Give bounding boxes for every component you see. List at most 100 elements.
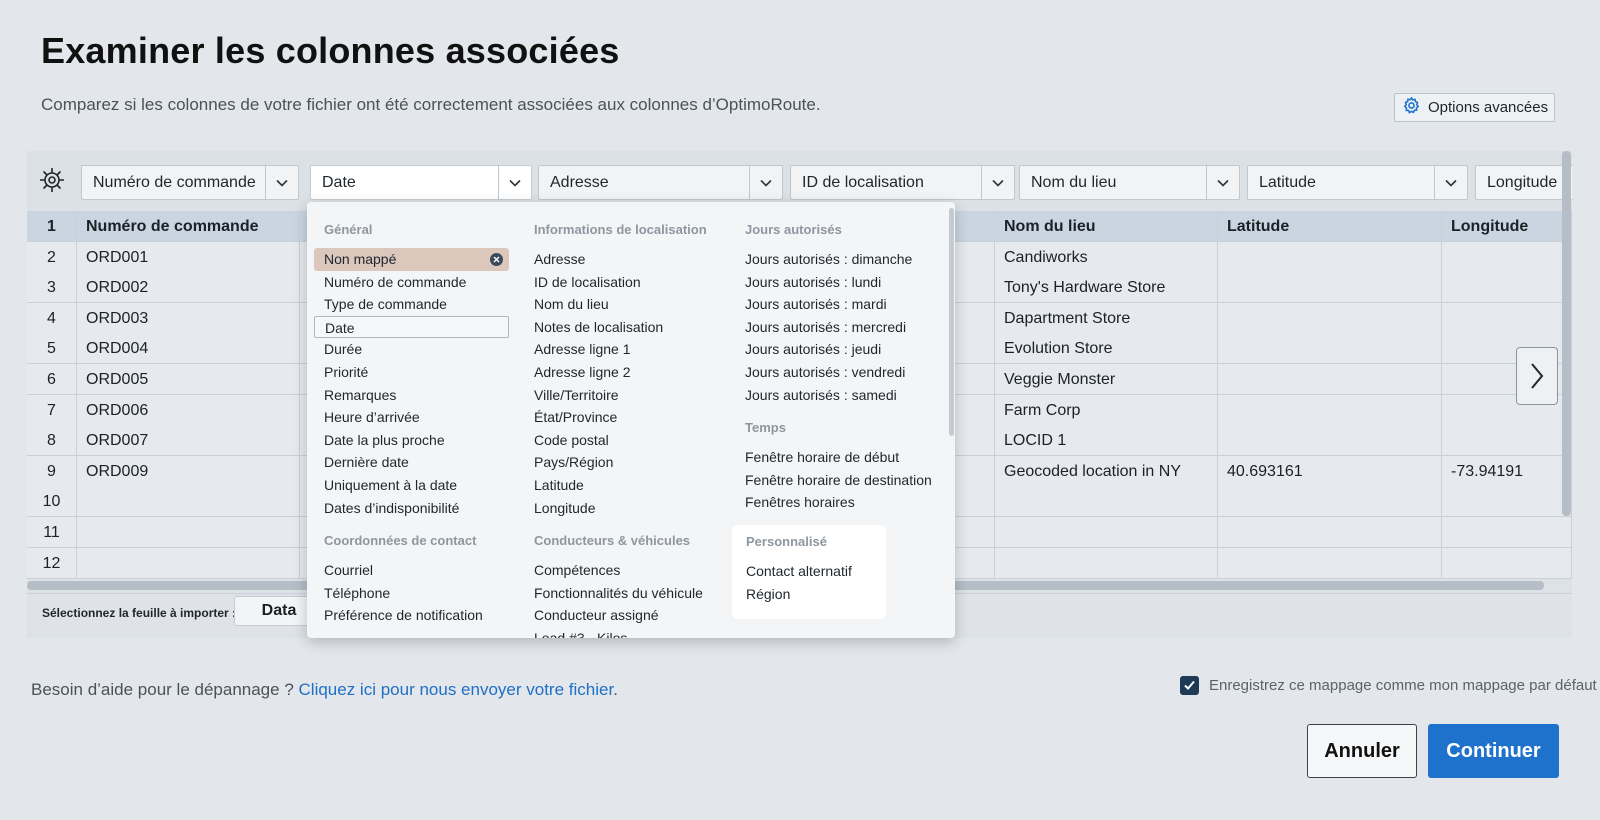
dropdown-option[interactable]: Contact alternatif	[746, 560, 886, 583]
column-select-6[interactable]: Latitude	[1247, 165, 1468, 200]
dropdown-option[interactable]: Date la plus proche	[314, 429, 509, 452]
row-number: 3	[27, 272, 77, 304]
default-mapping-label: Enregistrez ce mappage comme mon mappage…	[1209, 677, 1597, 694]
cancel-button[interactable]: Annuler	[1307, 724, 1417, 778]
dropdown-option-label: Préférence de notification	[324, 607, 483, 624]
table-cell: ORD005	[77, 364, 300, 395]
dropdown-option[interactable]: Compétences	[524, 559, 707, 582]
dropdown-scrollbar[interactable]	[949, 208, 954, 436]
select-value: Longitude	[1487, 173, 1558, 191]
dropdown-option[interactable]: Code postal	[524, 429, 707, 452]
dropdown-option[interactable]: Adresse ligne 1	[524, 338, 707, 361]
dropdown-option[interactable]: Load #3 - Kilos	[524, 627, 707, 638]
chevron-down-icon	[992, 179, 1004, 187]
custom-fields-group: Personnalisé Contact alternatif Région	[732, 525, 886, 619]
dropdown-option[interactable]: Téléphone	[314, 582, 509, 605]
send-file-link[interactable]: Cliquez ici pour nous envoyer votre fich…	[299, 680, 614, 699]
dropdown-option[interactable]: Jours autorisés : dimanche	[735, 248, 932, 271]
dropdown-option-label: Remarques	[324, 386, 397, 403]
dropdown-option[interactable]: Jours autorisés : vendredi	[735, 361, 932, 384]
default-mapping-option[interactable]: Enregistrez ce mappage comme mon mappage…	[1180, 676, 1597, 695]
dropdown-option-label: Date la plus proche	[324, 431, 445, 448]
dropdown-option-label: Fenêtre horaire de destination	[745, 471, 932, 488]
table-cell	[1442, 425, 1572, 457]
dropdown-option[interactable]: Fonctionnalités du véhicule	[524, 582, 707, 605]
scroll-right-button[interactable]	[1516, 347, 1558, 405]
column-select-2[interactable]: Date	[310, 165, 532, 200]
dropdown-option[interactable]: Nom du lieu	[524, 293, 707, 316]
dropdown-option[interactable]: Jours autorisés : samedi	[735, 384, 932, 407]
dropdown-option[interactable]: Fenêtres horaires	[735, 491, 932, 514]
dropdown-option[interactable]: Latitude	[524, 474, 707, 497]
dropdown-option[interactable]: Heure d’arrivée	[314, 406, 509, 429]
page-title: Examiner les colonnes associées	[41, 30, 620, 71]
select-value: Date	[322, 173, 356, 191]
table-cell	[1218, 364, 1442, 395]
column-select-3[interactable]: Adresse	[538, 165, 783, 200]
dropdown-option-label: Priorité	[324, 363, 369, 380]
checkmark-icon	[1184, 680, 1195, 690]
table-cell	[1442, 517, 1572, 548]
dropdown-option-selected[interactable]: Date	[314, 315, 509, 339]
chevron-down-icon	[1445, 179, 1457, 187]
table-cell	[1218, 272, 1442, 304]
table-header-cell: Longitude	[1442, 211, 1572, 242]
vertical-scrollbar[interactable]	[1562, 151, 1571, 516]
page-subtitle: Comparez si les colonnes de votre fichie…	[41, 95, 821, 114]
dropdown-option[interactable]: Courriel	[314, 559, 509, 582]
continue-button[interactable]: Continuer	[1428, 724, 1559, 778]
dropdown-option[interactable]: Région	[746, 583, 886, 606]
dropdown-option[interactable]: Priorité	[314, 361, 509, 384]
column-select-7[interactable]: Longitude	[1475, 165, 1572, 200]
dropdown-option[interactable]: Adresse ligne 2	[524, 361, 707, 384]
dropdown-option-label: Non mappé	[324, 251, 397, 267]
dropdown-option[interactable]: État/Province	[524, 406, 707, 429]
dropdown-option[interactable]: Uniquement à la date	[314, 474, 509, 497]
dropdown-option[interactable]: Dates d’indisponibilité	[314, 497, 509, 520]
dropdown-option-label: Conducteur assigné	[534, 607, 659, 624]
dropdown-option[interactable]: Jours autorisés : jeudi	[735, 338, 932, 361]
row-number: 8	[27, 425, 77, 457]
dropdown-option[interactable]: Ville/Territoire	[524, 384, 707, 407]
dropdown-option[interactable]: Jours autorisés : mardi	[735, 293, 932, 316]
dropdown-option-label: Téléphone	[324, 584, 391, 601]
table-cell	[77, 486, 300, 518]
dropdown-option[interactable]: Dernière date	[314, 451, 509, 474]
dropdown-group-heading: Temps	[745, 420, 786, 436]
dropdown-option[interactable]: Adresse	[524, 248, 707, 271]
bug-icon[interactable]	[37, 165, 67, 195]
advanced-options-button[interactable]: Options avancées	[1394, 93, 1555, 122]
dropdown-option-unmapped[interactable]: Non mappé	[314, 248, 509, 271]
dropdown-option[interactable]: Fenêtre horaire de début	[735, 446, 932, 469]
dropdown-option-label: Load #3 - Kilos	[534, 629, 628, 638]
column-select-5[interactable]: Nom du lieu	[1019, 165, 1240, 200]
dropdown-option[interactable]: ID de localisation	[524, 271, 707, 294]
dropdown-option[interactable]: Conducteur assigné	[524, 604, 707, 627]
table-cell: -73.94191	[1442, 455, 1572, 487]
column-select-1[interactable]: Numéro de commande	[81, 165, 299, 200]
dropdown-option[interactable]: Pays/Région	[524, 451, 707, 474]
dropdown-option-label: Jours autorisés : samedi	[745, 386, 897, 403]
dropdown-option[interactable]: Numéro de commande	[314, 271, 509, 294]
dropdown-option[interactable]: Longitude	[524, 497, 707, 520]
dropdown-option[interactable]: Notes de localisation	[524, 316, 707, 339]
dropdown-option-label: État/Province	[534, 409, 618, 426]
column-select-4[interactable]: ID de localisation	[790, 165, 1015, 200]
help-text: Besoin d’aide pour le dépannage ? Clique…	[31, 680, 618, 700]
table-cell	[1218, 425, 1442, 457]
table-cell: Veggie Monster	[995, 364, 1218, 395]
dropdown-option[interactable]: Remarques	[314, 384, 509, 407]
default-mapping-checkbox[interactable]	[1180, 676, 1199, 695]
row-number: 10	[27, 486, 77, 518]
table-cell	[995, 486, 1218, 518]
table-cell	[1218, 517, 1442, 548]
dropdown-option[interactable]: Fenêtre horaire de destination	[735, 469, 932, 492]
dropdown-option[interactable]: Jours autorisés : mercredi	[735, 316, 932, 339]
clear-icon[interactable]	[490, 253, 503, 266]
dropdown-option[interactable]: Jours autorisés : lundi	[735, 271, 932, 294]
gear-icon	[1402, 96, 1421, 119]
dropdown-option[interactable]: Type de commande	[314, 293, 509, 316]
dropdown-option[interactable]: Préférence de notification	[314, 604, 509, 627]
dropdown-option[interactable]: Durée	[314, 338, 509, 361]
table-header-cell: Numéro de commande	[77, 211, 300, 242]
